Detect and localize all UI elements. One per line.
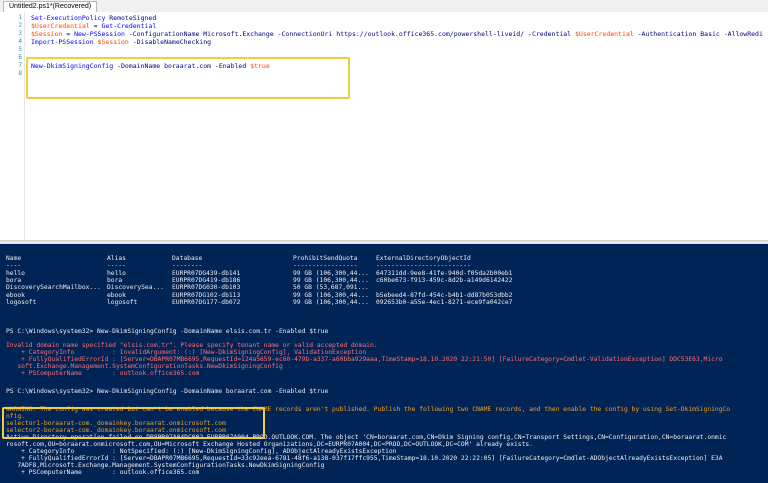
line-number: 5 xyxy=(18,46,22,53)
tab-untitled2[interactable]: Untitled2.ps1*(Recovered) xyxy=(3,1,98,12)
table-header-cell: Name xyxy=(6,255,22,262)
table-cell: bora xyxy=(107,276,123,284)
code-token: New-PSSession xyxy=(74,30,125,38)
table-cell: bora xyxy=(6,276,22,284)
table-cell: 50 GB (53,687,091... xyxy=(293,284,369,292)
code-line: Import-PSSession $Session -DisableNameCh… xyxy=(31,38,211,46)
table-cell: 092653b0-a55e-4ec1-8271-ece9fa042ce7 xyxy=(376,298,513,306)
table-cell: hello xyxy=(6,269,25,277)
line-number: 6 xyxy=(18,54,22,61)
table-cell: b5ebeed4-87fd-454c-b4b1-dd87b053dbb2 xyxy=(376,291,513,299)
table-cell: 647311dd-9ee8-41fe-940d-f05da2b00eb1 xyxy=(376,269,513,277)
code-token: = xyxy=(62,30,75,38)
line-number: 3 xyxy=(18,30,22,37)
console-prompt-1: PS C:\Windows\system32> New-DkimSigningC… xyxy=(6,328,329,335)
table-cell: DiscoverySea... xyxy=(107,284,164,292)
code-token: -Credential xyxy=(524,30,576,38)
code-token: $Session xyxy=(31,30,63,38)
table-cell: ebook xyxy=(107,291,126,299)
table-cell: c60be673-f913-459c-8d2b-a149d6142422 xyxy=(376,276,513,284)
table-cell: hello xyxy=(107,269,126,277)
table-cell: EURPR07DG030-db103 xyxy=(172,284,241,292)
table-cell: EURPR07DG439-db141 xyxy=(172,269,241,277)
code-token: -Authentication xyxy=(633,30,701,38)
line-number: 2 xyxy=(18,22,22,29)
table-separator: ------------------------- xyxy=(376,262,471,270)
code-token: -AllowRedi xyxy=(719,30,763,38)
code-token: Basic xyxy=(700,30,720,38)
code-token: -ConfigurationName xyxy=(124,30,204,38)
code-token: RemoteSigned xyxy=(105,14,157,22)
line-number: 8 xyxy=(18,70,22,77)
table-cell: logosoft xyxy=(107,298,138,306)
code-token: -ConnectionUri xyxy=(273,30,337,38)
table-cell: DiscoverySearchMailbox... xyxy=(6,284,101,292)
table-header-cell: Database xyxy=(172,255,203,262)
table-separator: ---- xyxy=(6,262,22,270)
table-separator: ----------------- xyxy=(293,262,358,270)
table-cell: EURPR07DG102-db113 xyxy=(172,291,241,299)
code-token: Import-PSSession xyxy=(31,38,94,46)
table-cell: logosoft xyxy=(6,298,37,306)
table-cell: EURPR07DG419-db186 xyxy=(172,276,241,284)
code-token: $Session xyxy=(93,38,129,46)
table-header-cell: ExternalDirectoryObjectId xyxy=(376,255,471,262)
table-cell: EURPR07DG177-db072 xyxy=(172,298,241,306)
code-line: Set-ExecutionPolicy RemoteSigned xyxy=(31,14,156,22)
line-number: 4 xyxy=(18,38,22,45)
console-prompt-2: PS C:\Windows\system32> New-DkimSigningC… xyxy=(6,388,329,395)
table-cell: 99 GB (106,300,44... xyxy=(293,269,369,277)
table-separator: ----- xyxy=(107,262,126,270)
code-line: $UserCredential = Get-Credential xyxy=(31,22,156,30)
table-header-cell: ProhibitSendQuota xyxy=(293,255,358,262)
highlight-box-cname xyxy=(2,407,265,439)
code-token: = xyxy=(89,22,102,30)
table-cell: 99 GB (106,300,44... xyxy=(293,276,369,284)
table-header-cell: Alias xyxy=(107,255,126,262)
line-number: 7 xyxy=(18,62,22,69)
console-pane[interactable]: Name Alias Database ProhibitSendQuota Extern… xyxy=(0,244,768,483)
error2-line-6: + PSComputerName : outlook.office365.com xyxy=(6,469,200,476)
code-line: $Session = New-PSSession -ConfigurationN… xyxy=(31,30,763,38)
code-token: Microsoft.Exchange xyxy=(203,30,274,38)
script-editor[interactable]: 12345678 Set-ExecutionPolicy RemoteSigne… xyxy=(0,12,768,240)
code-token: $UserCredential xyxy=(575,30,634,38)
line-number-gutter: 12345678 xyxy=(0,12,25,240)
table-cell: ebook xyxy=(6,291,25,299)
table-separator: -------- xyxy=(172,262,203,270)
code-token: Get-Credential xyxy=(101,22,157,30)
code-token: Set-ExecutionPolicy xyxy=(31,14,106,22)
code-token: https://outlook.office365.com/powershell… xyxy=(336,30,525,38)
error1-line-5: + PSComputerName : outlook.office365.com xyxy=(6,370,200,377)
table-cell: 99 GB (106,300,44... xyxy=(293,298,369,306)
code-token: -DisableNameChecking xyxy=(128,38,212,46)
table-cell: 99 GB (106,300,44... xyxy=(293,291,369,299)
highlight-box-command xyxy=(26,57,350,99)
code-token: $UserCredential xyxy=(31,22,90,30)
line-number: 1 xyxy=(18,14,22,21)
